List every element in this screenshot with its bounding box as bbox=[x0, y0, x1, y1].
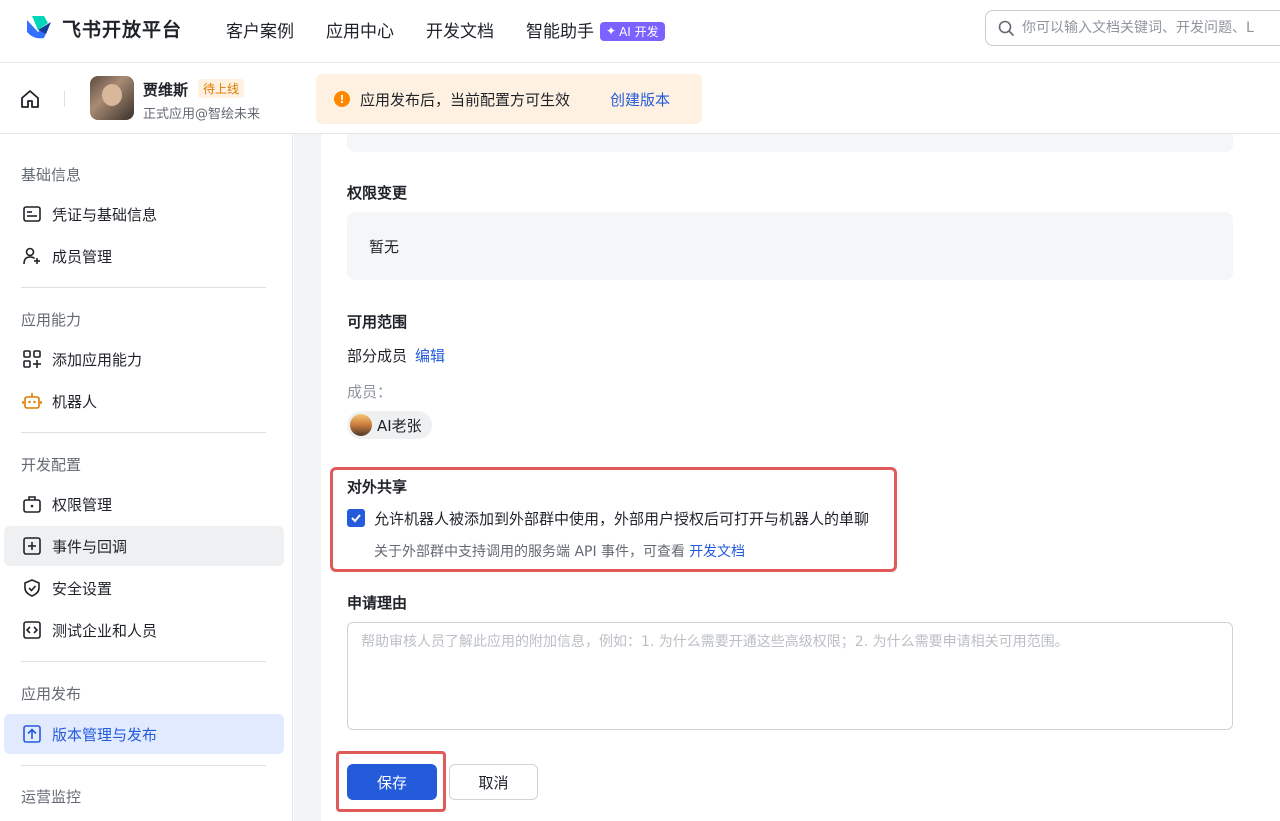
sidebar-item-label: 测试企业和人员 bbox=[52, 621, 158, 640]
range-label: 可用范围 bbox=[347, 313, 408, 331]
nav-link-assistant[interactable]: 智能助手 ✦ AI 开发 bbox=[526, 17, 665, 42]
check-icon bbox=[351, 514, 361, 523]
sidebar-item-label: 安全设置 bbox=[52, 579, 113, 598]
reason-textarea[interactable] bbox=[347, 622, 1233, 730]
nav-links: 客户案例 应用中心 开发文档 智能助手 ✦ AI 开发 bbox=[226, 17, 665, 42]
range-line: 部分成员 编辑 bbox=[347, 345, 445, 366]
app-subtitle: 正式应用@智绘未来 bbox=[143, 107, 261, 122]
search-icon bbox=[998, 20, 1014, 36]
apps-add-icon bbox=[23, 350, 41, 368]
publish-notice: ! 应用发布后，当前配置方可生效 创建版本 bbox=[316, 74, 702, 124]
divider bbox=[64, 91, 65, 107]
sidebar-item-label: 事件与回调 bbox=[52, 537, 128, 556]
sidebar-item-credentials[interactable]: 凭证与基础信息 bbox=[4, 194, 284, 234]
perm-change-box: 暂无 bbox=[347, 212, 1233, 280]
sparkle-icon: ✦ bbox=[606, 24, 617, 38]
nav-link-docs[interactable]: 开发文档 bbox=[426, 17, 494, 42]
member-avatar bbox=[350, 414, 372, 436]
briefcase-icon bbox=[23, 496, 41, 513]
sidebar-section-publish: 应用发布 bbox=[21, 685, 82, 703]
sidebar-item-version[interactable]: 版本管理与发布 bbox=[4, 714, 284, 754]
search-box[interactable] bbox=[985, 10, 1280, 46]
nav-link-assistant-label: 智能助手 bbox=[526, 22, 594, 42]
code-icon bbox=[23, 621, 41, 639]
range-value: 部分成员 bbox=[347, 347, 408, 365]
dev-docs-link[interactable]: 开发文档 bbox=[689, 544, 745, 560]
brand-name: 飞书开放平台 bbox=[62, 18, 183, 41]
sidebar-item-label: 添加应用能力 bbox=[52, 350, 143, 369]
app-header: 贾维斯 待上线 正式应用@智绘未来 ! 应用发布后，当前配置方可生效 创建版本 bbox=[0, 62, 1280, 134]
upload-icon bbox=[23, 725, 41, 743]
search-input[interactable] bbox=[1022, 20, 1280, 36]
member-name: AI老张 bbox=[377, 416, 422, 435]
ai-dev-badge[interactable]: ✦ AI 开发 bbox=[600, 21, 665, 41]
brand-logo[interactable]: 飞书开放平台 bbox=[24, 14, 182, 42]
share-checkbox-label[interactable]: 允许机器人被添加到外部群中使用，外部用户授权后可打开与机器人的单聊 bbox=[374, 508, 869, 529]
perm-change-value: 暂无 bbox=[369, 237, 400, 256]
sidebar-item-add-capability[interactable]: 添加应用能力 bbox=[4, 339, 284, 379]
nav-link-app-center[interactable]: 应用中心 bbox=[326, 17, 394, 42]
sidebar-item-label: 版本管理与发布 bbox=[52, 725, 158, 744]
share-hint: 关于外部群中支持调用的服务端 API 事件，可查看 开发文档 bbox=[374, 541, 745, 561]
shield-icon bbox=[24, 579, 40, 597]
main-area: 权限变更 暂无 可用范围 部分成员 编辑 成员： AI老张 对外共享 允许机器人被… bbox=[294, 134, 1280, 821]
home-icon[interactable] bbox=[18, 87, 42, 111]
top-nav: 飞书开放平台 客户案例 应用中心 开发文档 智能助手 ✦ AI 开发 bbox=[0, 0, 1280, 56]
sidebar-item-label: 权限管理 bbox=[52, 495, 113, 514]
sidebar-item-bot[interactable]: 机器人 bbox=[4, 381, 284, 421]
sidebar-item-label: 凭证与基础信息 bbox=[52, 205, 158, 224]
nav-link-cases[interactable]: 客户案例 bbox=[226, 17, 294, 42]
range-edit-link[interactable]: 编辑 bbox=[415, 347, 445, 365]
sidebar-section-dev: 开发配置 bbox=[21, 456, 82, 474]
robot-icon bbox=[22, 393, 42, 409]
perm-change-label: 权限变更 bbox=[347, 184, 408, 202]
cancel-button[interactable]: 取消 bbox=[449, 764, 538, 800]
reason-label: 申请理由 bbox=[347, 594, 408, 612]
app-avatar bbox=[90, 76, 134, 120]
sidebar-section-basic: 基础信息 bbox=[21, 166, 82, 184]
sidebar-divider bbox=[21, 765, 266, 766]
sidebar-item-test-enterprise[interactable]: 测试企业和人员 bbox=[4, 610, 284, 650]
event-add-icon bbox=[23, 537, 41, 555]
share-hint-text: 关于外部群中支持调用的服务端 API 事件，可查看 bbox=[374, 544, 686, 560]
user-add-icon bbox=[23, 247, 40, 265]
sidebar-divider bbox=[21, 661, 266, 662]
sidebar-divider bbox=[21, 432, 266, 433]
sidebar-item-security[interactable]: 安全设置 bbox=[4, 568, 284, 608]
share-title: 对外共享 bbox=[347, 478, 408, 496]
sidebar-item-events[interactable]: 事件与回调 bbox=[4, 526, 284, 566]
sidebar-divider bbox=[21, 287, 266, 288]
sidebar-section-ops: 运营监控 bbox=[21, 788, 82, 806]
sidebar-item-members[interactable]: 成员管理 bbox=[4, 236, 284, 276]
ai-dev-label: AI 开发 bbox=[619, 24, 659, 39]
member-chip: AI老张 bbox=[347, 411, 432, 439]
sidebar-item-label: 成员管理 bbox=[52, 247, 113, 266]
sidebar: 基础信息 凭证与基础信息 成员管理 应用能力 添加应用能力 机器人 开发配置 权… bbox=[0, 134, 293, 821]
warning-icon: ! bbox=[334, 91, 350, 107]
feishu-logo-icon bbox=[27, 16, 51, 39]
previous-card bbox=[347, 134, 1233, 152]
version-form: 权限变更 暂无 可用范围 部分成员 编辑 成员： AI老张 对外共享 允许机器人被… bbox=[321, 134, 1280, 821]
sidebar-section-capability: 应用能力 bbox=[21, 311, 82, 329]
share-checkbox[interactable] bbox=[347, 509, 365, 527]
sidebar-item-label: 机器人 bbox=[52, 392, 98, 411]
id-card-icon bbox=[23, 206, 41, 222]
sidebar-item-permissions[interactable]: 权限管理 bbox=[4, 484, 284, 524]
members-label: 成员： bbox=[347, 383, 393, 401]
create-version-link[interactable]: 创建版本 bbox=[610, 89, 670, 110]
notice-text: 应用发布后，当前配置方可生效 bbox=[360, 90, 571, 109]
app-name: 贾维斯 bbox=[143, 81, 189, 99]
save-button[interactable]: 保存 bbox=[347, 764, 437, 800]
status-badge: 待上线 bbox=[198, 79, 245, 98]
